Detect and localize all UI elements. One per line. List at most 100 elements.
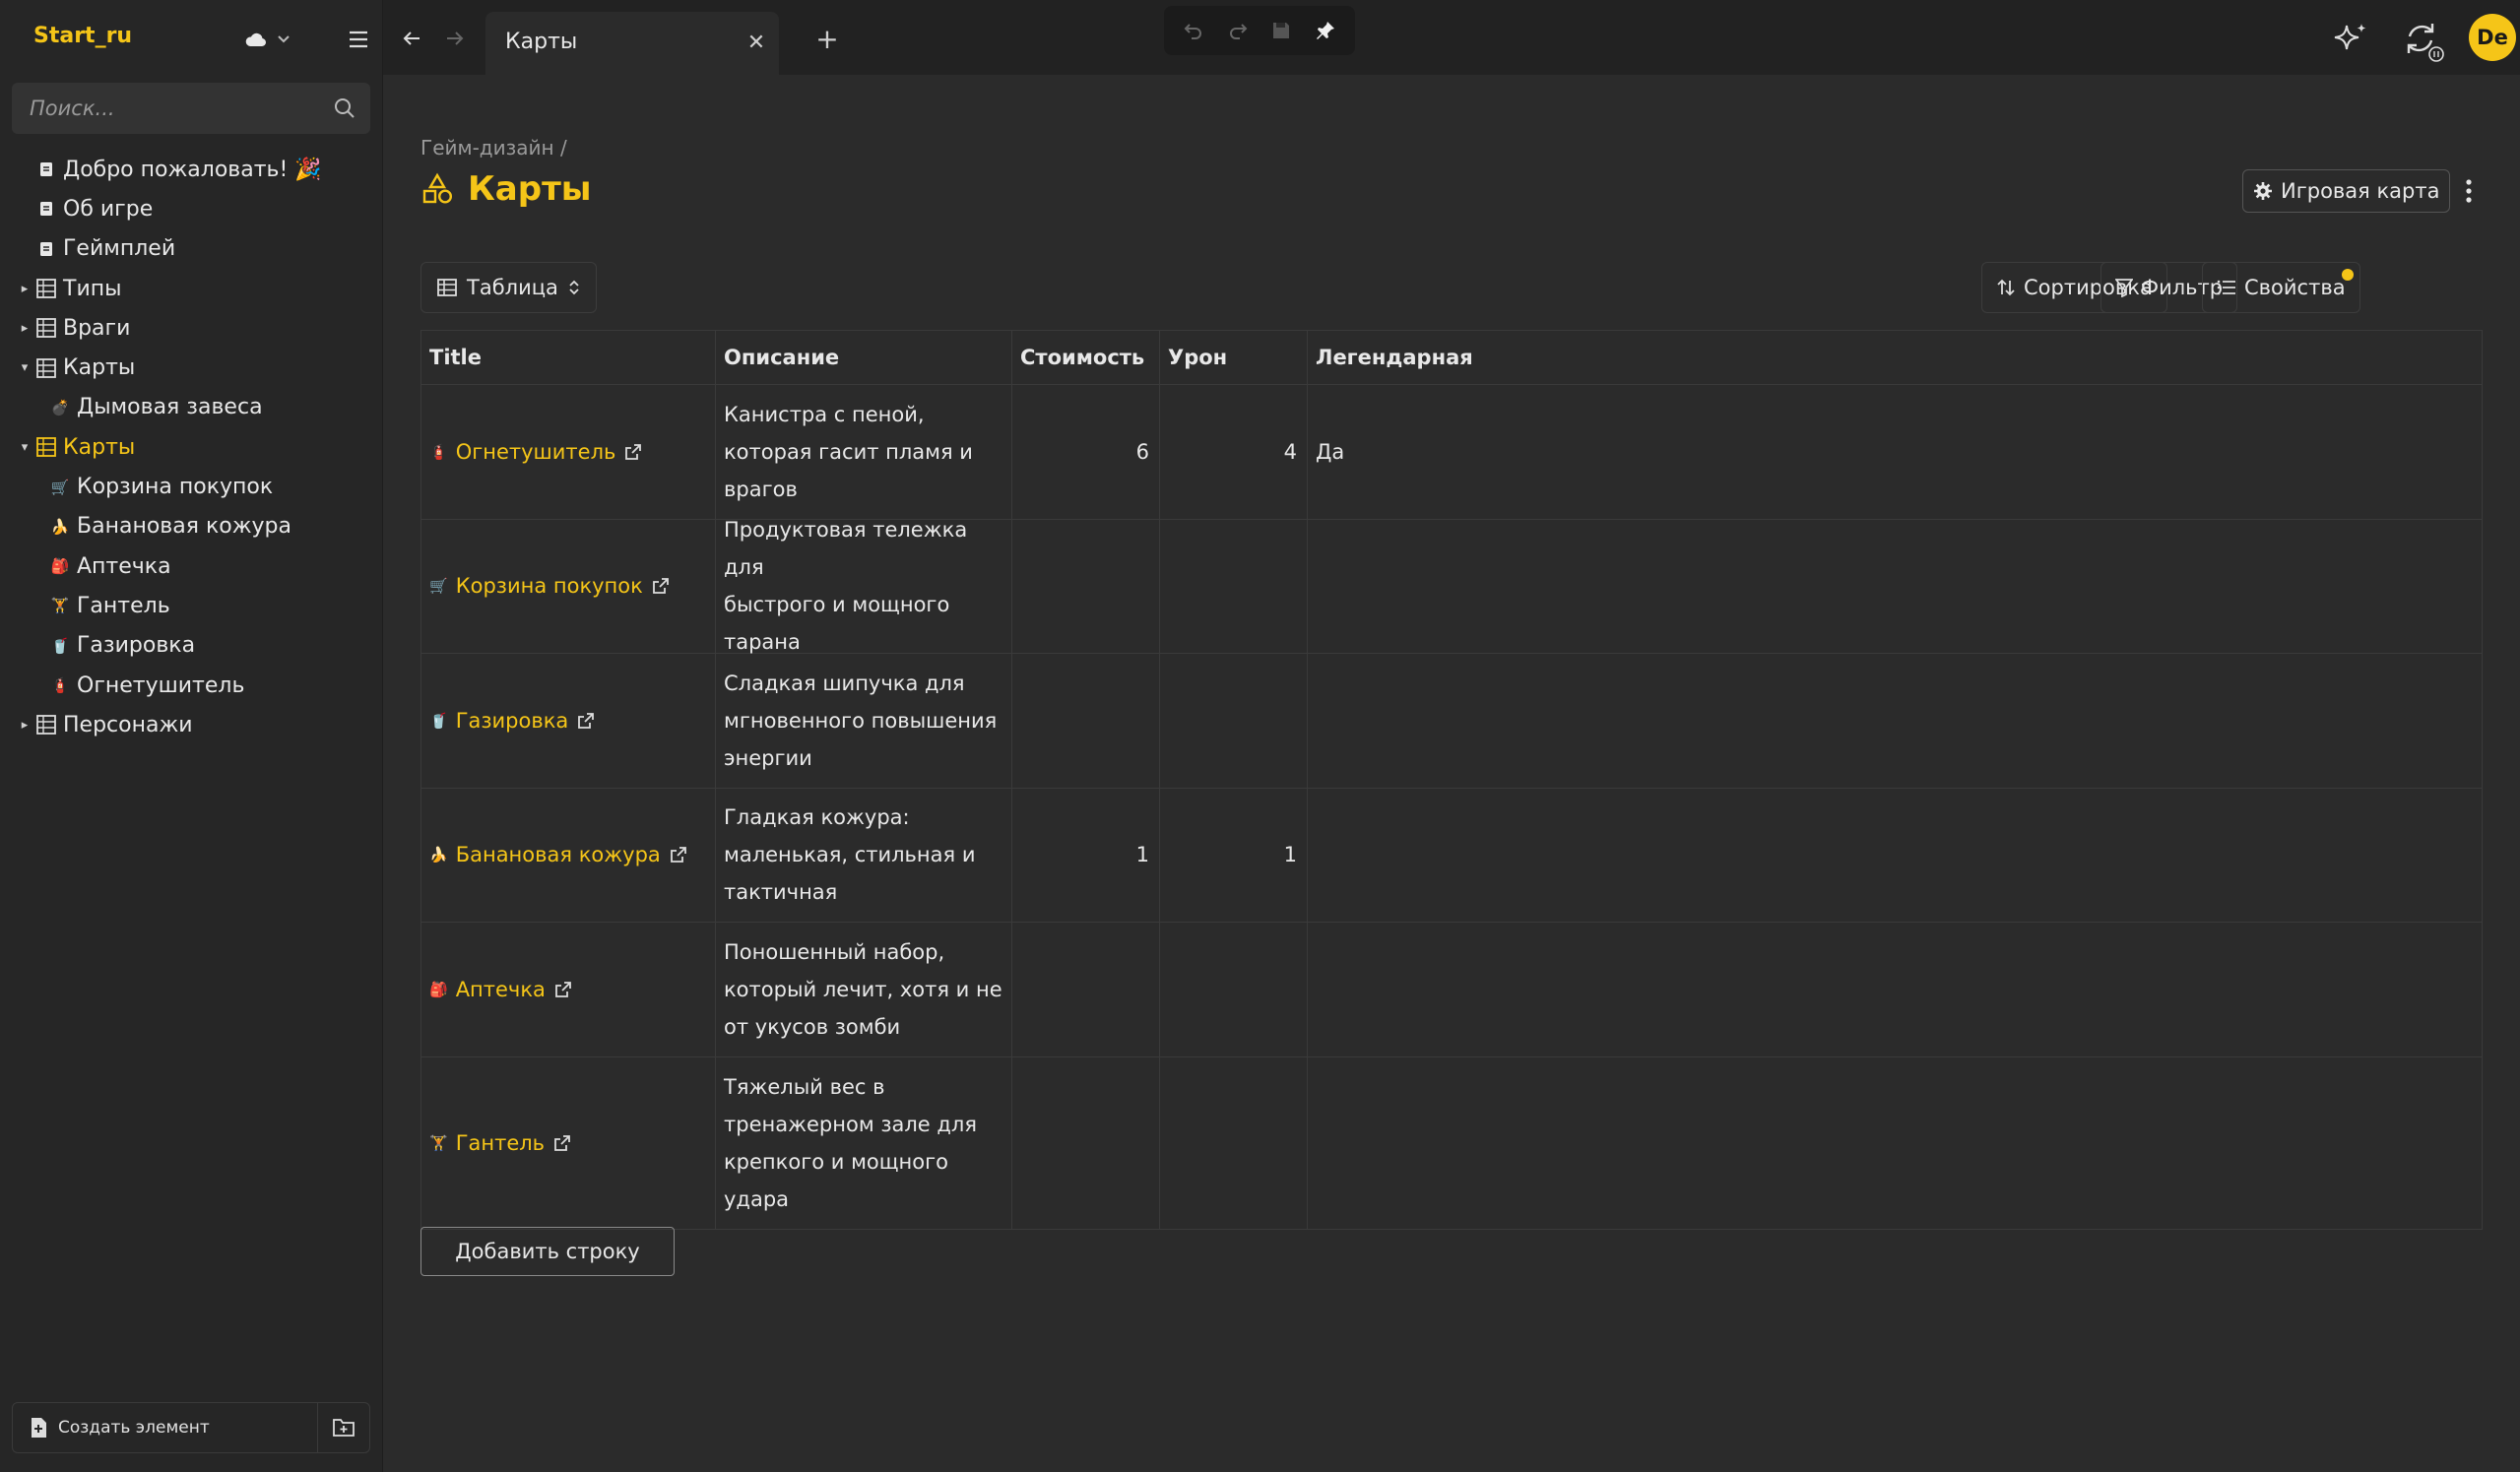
redo-button[interactable] (1220, 13, 1256, 48)
cell-legendary[interactable]: Да (1308, 385, 2482, 519)
cell-damage[interactable]: 4 (1160, 385, 1308, 519)
row-title-link[interactable]: 🍌 Банановая кожура (429, 836, 688, 873)
cell-legendary[interactable] (1308, 789, 2482, 923)
add-row-button[interactable]: Добавить строку (420, 1227, 675, 1276)
cell-damage[interactable] (1160, 654, 1308, 788)
cell-damage[interactable] (1160, 1056, 1308, 1229)
column-header-cost[interactable]: Стоимость (1012, 331, 1160, 384)
tab-active[interactable]: Карты ✕ (485, 12, 779, 75)
cell-description[interactable]: Тяжелый вес в тренажерном зале для крепког… (716, 1056, 1012, 1229)
sidebar-item[interactable]: ▾ Карты (0, 348, 382, 387)
save-button[interactable] (1263, 13, 1299, 48)
cell-cost[interactable] (1012, 1056, 1160, 1229)
cell-description[interactable]: Канистра с пеной, которая гасит пламя и вр… (716, 385, 1012, 519)
arrow-right-icon (447, 32, 464, 45)
cell-cost[interactable]: 6 (1012, 385, 1160, 519)
sidebar-item[interactable]: ▸ Персонажи (0, 705, 382, 744)
sidebar-item[interactable]: ▸ Типы (0, 269, 382, 308)
column-header-description[interactable]: Описание (716, 331, 1012, 384)
column-header-damage[interactable]: Урон (1160, 331, 1308, 384)
cell-description[interactable]: Гладкая кожура: маленькая, стильная и такт… (716, 788, 1012, 922)
sidebar-item[interactable]: ▸ Враги (0, 308, 382, 348)
table-row[interactable]: 🥤 Газировка Сладкая шипучка для мгновенного… (421, 654, 2482, 789)
cell-cost[interactable] (1012, 923, 1160, 1056)
back-button[interactable] (395, 22, 428, 55)
more-options-button[interactable] (2453, 173, 2485, 209)
cell-cost[interactable]: 1 (1012, 788, 1160, 922)
cell-damage[interactable] (1160, 923, 1308, 1056)
external-link-icon[interactable] (651, 576, 671, 596)
menu-button[interactable] (341, 22, 376, 57)
cell-legendary[interactable] (1308, 923, 2482, 1056)
caret-right-icon[interactable]: ▸ (16, 718, 33, 733)
cloud-icon (245, 32, 267, 47)
forward-button[interactable] (438, 22, 472, 55)
undo-button[interactable] (1176, 13, 1211, 48)
create-element-button[interactable]: Создать элемент (13, 1403, 318, 1452)
filter-icon (2115, 279, 2133, 297)
cell-legendary[interactable] (1308, 1057, 2482, 1229)
cell-legendary[interactable] (1308, 654, 2482, 788)
sidebar-item[interactable]: Об игре (0, 189, 382, 228)
row-title-link[interactable]: 🥤 Газировка (429, 702, 596, 739)
row-title-link[interactable]: 🧯 Огнетушитель (429, 433, 643, 471)
caret-right-icon[interactable]: ▸ (16, 282, 33, 296)
sidebar-item[interactable]: 🛒 Корзина покупок (0, 467, 382, 506)
external-link-icon[interactable] (552, 1133, 572, 1153)
table-row[interactable]: 🛒 Корзина покупок Продуктовая тележка для б… (421, 518, 2482, 654)
new-page-icon (32, 1418, 46, 1438)
sidebar-item[interactable]: ▾ Карты (0, 427, 382, 467)
item-icon: 🏋 (50, 597, 70, 615)
cell-legendary[interactable] (1308, 520, 2482, 654)
sync-button[interactable] (2400, 18, 2445, 63)
table-row[interactable]: 🧯 Огнетушитель Канистра с пеной, которая га… (421, 385, 2482, 520)
sidebar-item[interactable]: 💣 Дымовая завеса (0, 388, 382, 427)
sidebar-item[interactable]: 🎒 Аптечка (0, 546, 382, 586)
column-header-title[interactable]: Title (421, 331, 716, 384)
item-icon: 🥤 (50, 636, 70, 655)
cloud-sync-menu[interactable] (244, 22, 290, 57)
cell-cost[interactable] (1012, 519, 1160, 653)
workspace-name[interactable]: Start_ru (33, 24, 132, 48)
cell-description[interactable]: Поношенный набор, который лечит, хотя и н… (716, 923, 1012, 1056)
cell-damage[interactable] (1160, 519, 1308, 653)
close-icon[interactable]: ✕ (742, 28, 771, 57)
breadcrumb[interactable]: Гейм-дизайн / (420, 136, 567, 160)
cell-description[interactable]: Продуктовая тележка для быстрого и мощног… (716, 518, 1012, 654)
search-input[interactable] (12, 83, 317, 134)
external-link-icon[interactable] (576, 711, 596, 731)
user-avatar[interactable]: De (2469, 14, 2516, 61)
row-title-link[interactable]: 🛒 Корзина покупок (429, 567, 671, 605)
table-row[interactable]: 🏋 Гантель Тяжелый вес в тренажерном зале дл… (421, 1056, 2482, 1229)
new-tab-button[interactable]: + (810, 22, 844, 55)
external-link-icon[interactable] (623, 442, 643, 462)
properties-button[interactable]: Свойства (2202, 262, 2360, 313)
row-title-link[interactable]: 🏋 Гантель (429, 1124, 572, 1162)
external-link-icon[interactable] (669, 845, 688, 864)
table-row[interactable]: 🎒 Аптечка Поношенный набор, который лечит, … (421, 923, 2482, 1057)
shapes-icon (422, 172, 453, 204)
cell-description[interactable]: Сладкая шипучка для мгновенного повышения… (716, 654, 1012, 788)
sidebar-item[interactable]: 🏋 Гантель (0, 586, 382, 625)
sidebar-item[interactable]: 🍌 Банановая кожура (0, 507, 382, 546)
caret-down-icon[interactable]: ▾ (16, 360, 33, 375)
cell-damage[interactable]: 1 (1160, 788, 1308, 922)
caret-down-icon[interactable]: ▾ (16, 440, 33, 455)
new-folder-button[interactable] (318, 1403, 369, 1452)
row-title-link[interactable]: 🎒 Аптечка (429, 971, 573, 1008)
view-switcher[interactable]: Таблица (420, 262, 597, 313)
cell-cost[interactable] (1012, 654, 1160, 788)
game-map-button[interactable]: Игровая карта (2242, 169, 2451, 213)
search-icon[interactable] (333, 96, 356, 120)
pin-button[interactable] (1308, 13, 1343, 48)
sidebar-item[interactable]: 🥤 Газировка (0, 626, 382, 666)
external-link-icon[interactable] (553, 980, 573, 999)
sidebar-item[interactable]: Геймплей (0, 229, 382, 269)
sidebar-item[interactable]: 🧯 Огнетушитель (0, 666, 382, 705)
ai-assistant-button[interactable] (2331, 20, 2370, 59)
item-icon: 🧯 (50, 676, 70, 694)
sidebar-item[interactable]: Добро пожаловать! 🎉 (0, 150, 382, 189)
caret-right-icon[interactable]: ▸ (16, 321, 33, 336)
column-header-legendary[interactable]: Легендарная (1308, 331, 2482, 384)
table-row[interactable]: 🍌 Банановая кожура Гладкая кожура: маленька… (421, 788, 2482, 923)
